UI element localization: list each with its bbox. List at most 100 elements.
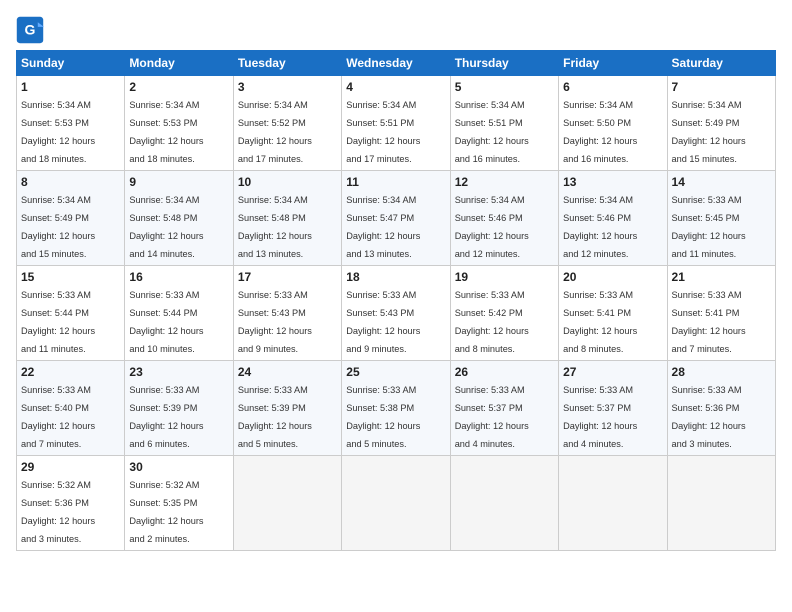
day-number: 14 — [672, 175, 771, 189]
header-monday: Monday — [125, 51, 233, 76]
calendar-cell: 8 Sunrise: 5:34 AMSunset: 5:49 PMDayligh… — [17, 171, 125, 266]
day-number: 16 — [129, 270, 228, 284]
day-info: Sunrise: 5:33 AMSunset: 5:41 PMDaylight:… — [563, 290, 637, 354]
day-number: 25 — [346, 365, 445, 379]
calendar-cell: 5 Sunrise: 5:34 AMSunset: 5:51 PMDayligh… — [450, 76, 558, 171]
calendar-cell: 11 Sunrise: 5:34 AMSunset: 5:47 PMDaylig… — [342, 171, 450, 266]
day-info: Sunrise: 5:33 AMSunset: 5:38 PMDaylight:… — [346, 385, 420, 449]
calendar-week-4: 22 Sunrise: 5:33 AMSunset: 5:40 PMDaylig… — [17, 361, 776, 456]
day-number: 29 — [21, 460, 120, 474]
day-number: 17 — [238, 270, 337, 284]
svg-text:G: G — [25, 22, 36, 38]
calendar-cell: 3 Sunrise: 5:34 AMSunset: 5:52 PMDayligh… — [233, 76, 341, 171]
day-number: 22 — [21, 365, 120, 379]
day-info: Sunrise: 5:34 AMSunset: 5:48 PMDaylight:… — [129, 195, 203, 259]
weekday-header-row: Sunday Monday Tuesday Wednesday Thursday… — [17, 51, 776, 76]
calendar-cell: 1 Sunrise: 5:34 AMSunset: 5:53 PMDayligh… — [17, 76, 125, 171]
calendar-cell: 25 Sunrise: 5:33 AMSunset: 5:38 PMDaylig… — [342, 361, 450, 456]
day-info: Sunrise: 5:33 AMSunset: 5:39 PMDaylight:… — [238, 385, 312, 449]
day-number: 15 — [21, 270, 120, 284]
day-info: Sunrise: 5:34 AMSunset: 5:49 PMDaylight:… — [21, 195, 95, 259]
calendar-week-5: 29 Sunrise: 5:32 AMSunset: 5:36 PMDaylig… — [17, 456, 776, 551]
calendar-cell: 9 Sunrise: 5:34 AMSunset: 5:48 PMDayligh… — [125, 171, 233, 266]
calendar-cell: 24 Sunrise: 5:33 AMSunset: 5:39 PMDaylig… — [233, 361, 341, 456]
calendar-table: Sunday Monday Tuesday Wednesday Thursday… — [16, 50, 776, 551]
day-info: Sunrise: 5:34 AMSunset: 5:51 PMDaylight:… — [455, 100, 529, 164]
calendar-cell: 12 Sunrise: 5:34 AMSunset: 5:46 PMDaylig… — [450, 171, 558, 266]
day-number: 24 — [238, 365, 337, 379]
calendar-cell — [233, 456, 341, 551]
day-info: Sunrise: 5:33 AMSunset: 5:37 PMDaylight:… — [563, 385, 637, 449]
day-number: 7 — [672, 80, 771, 94]
day-info: Sunrise: 5:33 AMSunset: 5:43 PMDaylight:… — [346, 290, 420, 354]
header-wednesday: Wednesday — [342, 51, 450, 76]
calendar-cell: 30 Sunrise: 5:32 AMSunset: 5:35 PMDaylig… — [125, 456, 233, 551]
day-number: 20 — [563, 270, 662, 284]
day-info: Sunrise: 5:34 AMSunset: 5:52 PMDaylight:… — [238, 100, 312, 164]
day-info: Sunrise: 5:34 AMSunset: 5:46 PMDaylight:… — [563, 195, 637, 259]
day-info: Sunrise: 5:33 AMSunset: 5:42 PMDaylight:… — [455, 290, 529, 354]
day-info: Sunrise: 5:33 AMSunset: 5:37 PMDaylight:… — [455, 385, 529, 449]
calendar-cell: 14 Sunrise: 5:33 AMSunset: 5:45 PMDaylig… — [667, 171, 775, 266]
calendar-cell — [450, 456, 558, 551]
day-number: 21 — [672, 270, 771, 284]
calendar-cell: 20 Sunrise: 5:33 AMSunset: 5:41 PMDaylig… — [559, 266, 667, 361]
calendar-cell: 13 Sunrise: 5:34 AMSunset: 5:46 PMDaylig… — [559, 171, 667, 266]
logo-icon: G — [16, 16, 44, 44]
day-number: 8 — [21, 175, 120, 189]
calendar-cell: 6 Sunrise: 5:34 AMSunset: 5:50 PMDayligh… — [559, 76, 667, 171]
day-info: Sunrise: 5:32 AMSunset: 5:36 PMDaylight:… — [21, 480, 95, 544]
calendar-cell: 10 Sunrise: 5:34 AMSunset: 5:48 PMDaylig… — [233, 171, 341, 266]
day-info: Sunrise: 5:34 AMSunset: 5:46 PMDaylight:… — [455, 195, 529, 259]
header-friday: Friday — [559, 51, 667, 76]
day-info: Sunrise: 5:33 AMSunset: 5:44 PMDaylight:… — [129, 290, 203, 354]
calendar-cell: 2 Sunrise: 5:34 AMSunset: 5:53 PMDayligh… — [125, 76, 233, 171]
header-saturday: Saturday — [667, 51, 775, 76]
day-info: Sunrise: 5:34 AMSunset: 5:49 PMDaylight:… — [672, 100, 746, 164]
day-number: 6 — [563, 80, 662, 94]
day-info: Sunrise: 5:34 AMSunset: 5:48 PMDaylight:… — [238, 195, 312, 259]
calendar-cell: 17 Sunrise: 5:33 AMSunset: 5:43 PMDaylig… — [233, 266, 341, 361]
calendar-cell — [559, 456, 667, 551]
day-number: 12 — [455, 175, 554, 189]
day-number: 13 — [563, 175, 662, 189]
day-number: 5 — [455, 80, 554, 94]
header: G — [16, 12, 776, 44]
calendar-cell: 7 Sunrise: 5:34 AMSunset: 5:49 PMDayligh… — [667, 76, 775, 171]
calendar-cell: 18 Sunrise: 5:33 AMSunset: 5:43 PMDaylig… — [342, 266, 450, 361]
logo: G — [16, 16, 46, 44]
day-number: 23 — [129, 365, 228, 379]
calendar-cell: 15 Sunrise: 5:33 AMSunset: 5:44 PMDaylig… — [17, 266, 125, 361]
calendar-cell — [667, 456, 775, 551]
calendar-cell: 29 Sunrise: 5:32 AMSunset: 5:36 PMDaylig… — [17, 456, 125, 551]
header-tuesday: Tuesday — [233, 51, 341, 76]
calendar-cell: 27 Sunrise: 5:33 AMSunset: 5:37 PMDaylig… — [559, 361, 667, 456]
day-number: 4 — [346, 80, 445, 94]
calendar-cell: 23 Sunrise: 5:33 AMSunset: 5:39 PMDaylig… — [125, 361, 233, 456]
calendar-cell: 21 Sunrise: 5:33 AMSunset: 5:41 PMDaylig… — [667, 266, 775, 361]
page: G Sunday Monday Tuesday Wednesday Thursd… — [0, 0, 792, 612]
day-number: 18 — [346, 270, 445, 284]
day-info: Sunrise: 5:34 AMSunset: 5:50 PMDaylight:… — [563, 100, 637, 164]
day-info: Sunrise: 5:33 AMSunset: 5:43 PMDaylight:… — [238, 290, 312, 354]
header-thursday: Thursday — [450, 51, 558, 76]
day-info: Sunrise: 5:34 AMSunset: 5:47 PMDaylight:… — [346, 195, 420, 259]
calendar-week-1: 1 Sunrise: 5:34 AMSunset: 5:53 PMDayligh… — [17, 76, 776, 171]
day-info: Sunrise: 5:34 AMSunset: 5:53 PMDaylight:… — [129, 100, 203, 164]
day-number: 3 — [238, 80, 337, 94]
day-number: 2 — [129, 80, 228, 94]
day-number: 26 — [455, 365, 554, 379]
calendar-cell: 16 Sunrise: 5:33 AMSunset: 5:44 PMDaylig… — [125, 266, 233, 361]
day-info: Sunrise: 5:34 AMSunset: 5:53 PMDaylight:… — [21, 100, 95, 164]
header-sunday: Sunday — [17, 51, 125, 76]
calendar-week-3: 15 Sunrise: 5:33 AMSunset: 5:44 PMDaylig… — [17, 266, 776, 361]
day-number: 27 — [563, 365, 662, 379]
day-info: Sunrise: 5:33 AMSunset: 5:44 PMDaylight:… — [21, 290, 95, 354]
day-info: Sunrise: 5:33 AMSunset: 5:39 PMDaylight:… — [129, 385, 203, 449]
day-info: Sunrise: 5:33 AMSunset: 5:41 PMDaylight:… — [672, 290, 746, 354]
day-info: Sunrise: 5:33 AMSunset: 5:40 PMDaylight:… — [21, 385, 95, 449]
day-info: Sunrise: 5:33 AMSunset: 5:45 PMDaylight:… — [672, 195, 746, 259]
calendar-cell: 22 Sunrise: 5:33 AMSunset: 5:40 PMDaylig… — [17, 361, 125, 456]
day-info: Sunrise: 5:32 AMSunset: 5:35 PMDaylight:… — [129, 480, 203, 544]
calendar-week-2: 8 Sunrise: 5:34 AMSunset: 5:49 PMDayligh… — [17, 171, 776, 266]
